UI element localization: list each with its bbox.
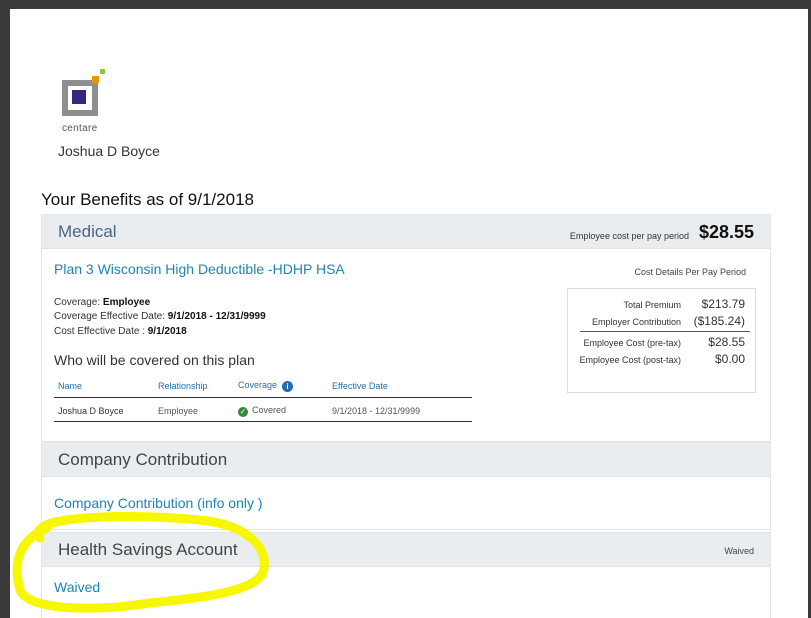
hsa-title: Health Savings Account — [58, 540, 238, 559]
post-tax-value: $0.00 — [714, 352, 745, 366]
cost-effective-line: Cost Effective Date : 9/1/2018 — [54, 326, 187, 337]
company-contribution-header: Company Contribution — [42, 443, 770, 477]
total-premium-row: Total Premium $213.79 — [568, 297, 745, 312]
medical-title: Medical — [58, 222, 117, 241]
pre-tax-value: $28.55 — [708, 335, 745, 349]
employee-cost-label: Employee cost per pay period — [569, 231, 689, 241]
company-contribution-link[interactable]: Company Contribution (info only ) — [54, 495, 263, 511]
cost-details-label: Cost Details Per Pay Period — [634, 267, 746, 277]
table-header-row: Name Relationship Coverage i Effective Da… — [54, 380, 472, 398]
employee-cost-value: $28.55 — [698, 222, 754, 242]
page-title: Your Benefits as of 9/1/2018 — [41, 190, 254, 209]
pre-tax-row: Employee Cost (pre-tax) $28.55 — [568, 335, 745, 350]
company-contribution-card: Company Contribution Company Contributio… — [41, 442, 771, 530]
check-circle-icon: ✓ — [238, 407, 248, 417]
hsa-waived-link[interactable]: Waived — [54, 579, 100, 595]
coverage-value: Employee — [102, 297, 151, 308]
company-contribution-title: Company Contribution — [58, 450, 228, 469]
employer-contribution-value: ($185.24) — [693, 314, 745, 328]
post-tax-row: Employee Cost (post-tax) $0.00 — [568, 352, 745, 367]
coverage-line: Coverage: Employee — [54, 297, 150, 308]
logo-dot-orange — [92, 76, 99, 83]
row-effective-date: 9/1/2018 - 12/31/9999 — [328, 397, 472, 422]
health-savings-account-card: Health Savings Account Waived Waived — [41, 532, 771, 618]
logo-mark — [62, 80, 98, 116]
cost-details-box: Total Premium $213.79 Employer Contribut… — [567, 288, 756, 393]
medical-card: Medical Employee cost per pay period $28… — [41, 214, 771, 442]
cost-divider — [580, 331, 750, 332]
post-tax-label: Employee Cost (post-tax) — [579, 355, 681, 365]
employer-contribution-row: Employer Contribution ($185.24) — [568, 314, 745, 329]
row-coverage: ✓ Covered — [234, 397, 328, 422]
column-header-name: Name — [54, 380, 154, 398]
coverage-effective-line: Coverage Effective Date: 9/1/2018 - 12/3… — [54, 311, 266, 322]
centare-logo: centare — [62, 68, 114, 134]
benefits-page: centare Joshua D Boyce Your Benefits as … — [10, 9, 808, 618]
hsa-header: Health Savings Account Waived — [42, 533, 770, 567]
user-name: Joshua D Boyce — [58, 143, 160, 159]
logo-dot-green — [100, 69, 105, 74]
column-header-relationship: Relationship — [154, 380, 234, 398]
cost-effective-value: 9/1/2018 — [147, 326, 187, 337]
row-coverage-status: Covered — [252, 405, 287, 415]
hsa-status: Waived — [724, 546, 754, 556]
row-relationship: Employee — [154, 397, 234, 422]
table-row: Joshua D Boyce Employee ✓ Covered 9/1/201… — [54, 397, 472, 422]
medical-card-header: Medical Employee cost per pay period $28… — [42, 215, 770, 249]
column-header-coverage: Coverage i — [234, 380, 328, 398]
column-header-effective-date: Effective Date — [328, 380, 472, 398]
logo-text: centare — [62, 123, 98, 134]
pre-tax-label: Employee Cost (pre-tax) — [583, 338, 681, 348]
cost-effective-label: Cost Effective Date : — [54, 326, 145, 337]
who-covered-heading: Who will be covered on this plan — [54, 352, 255, 368]
plan-name-link[interactable]: Plan 3 Wisconsin High Deductible -HDHP H… — [54, 261, 345, 277]
total-premium-value: $213.79 — [701, 297, 745, 311]
coverage-label: Coverage: — [54, 297, 101, 308]
coverage-effective-label: Coverage Effective Date: — [54, 311, 165, 322]
total-premium-label: Total Premium — [623, 300, 681, 310]
covered-members-table: Name Relationship Coverage i Effective Da… — [54, 380, 472, 422]
employer-contribution-label: Employer Contribution — [591, 317, 681, 327]
coverage-effective-value: 9/1/2018 - 12/31/9999 — [167, 311, 266, 322]
info-icon[interactable]: i — [282, 381, 294, 392]
row-name: Joshua D Boyce — [54, 397, 154, 422]
